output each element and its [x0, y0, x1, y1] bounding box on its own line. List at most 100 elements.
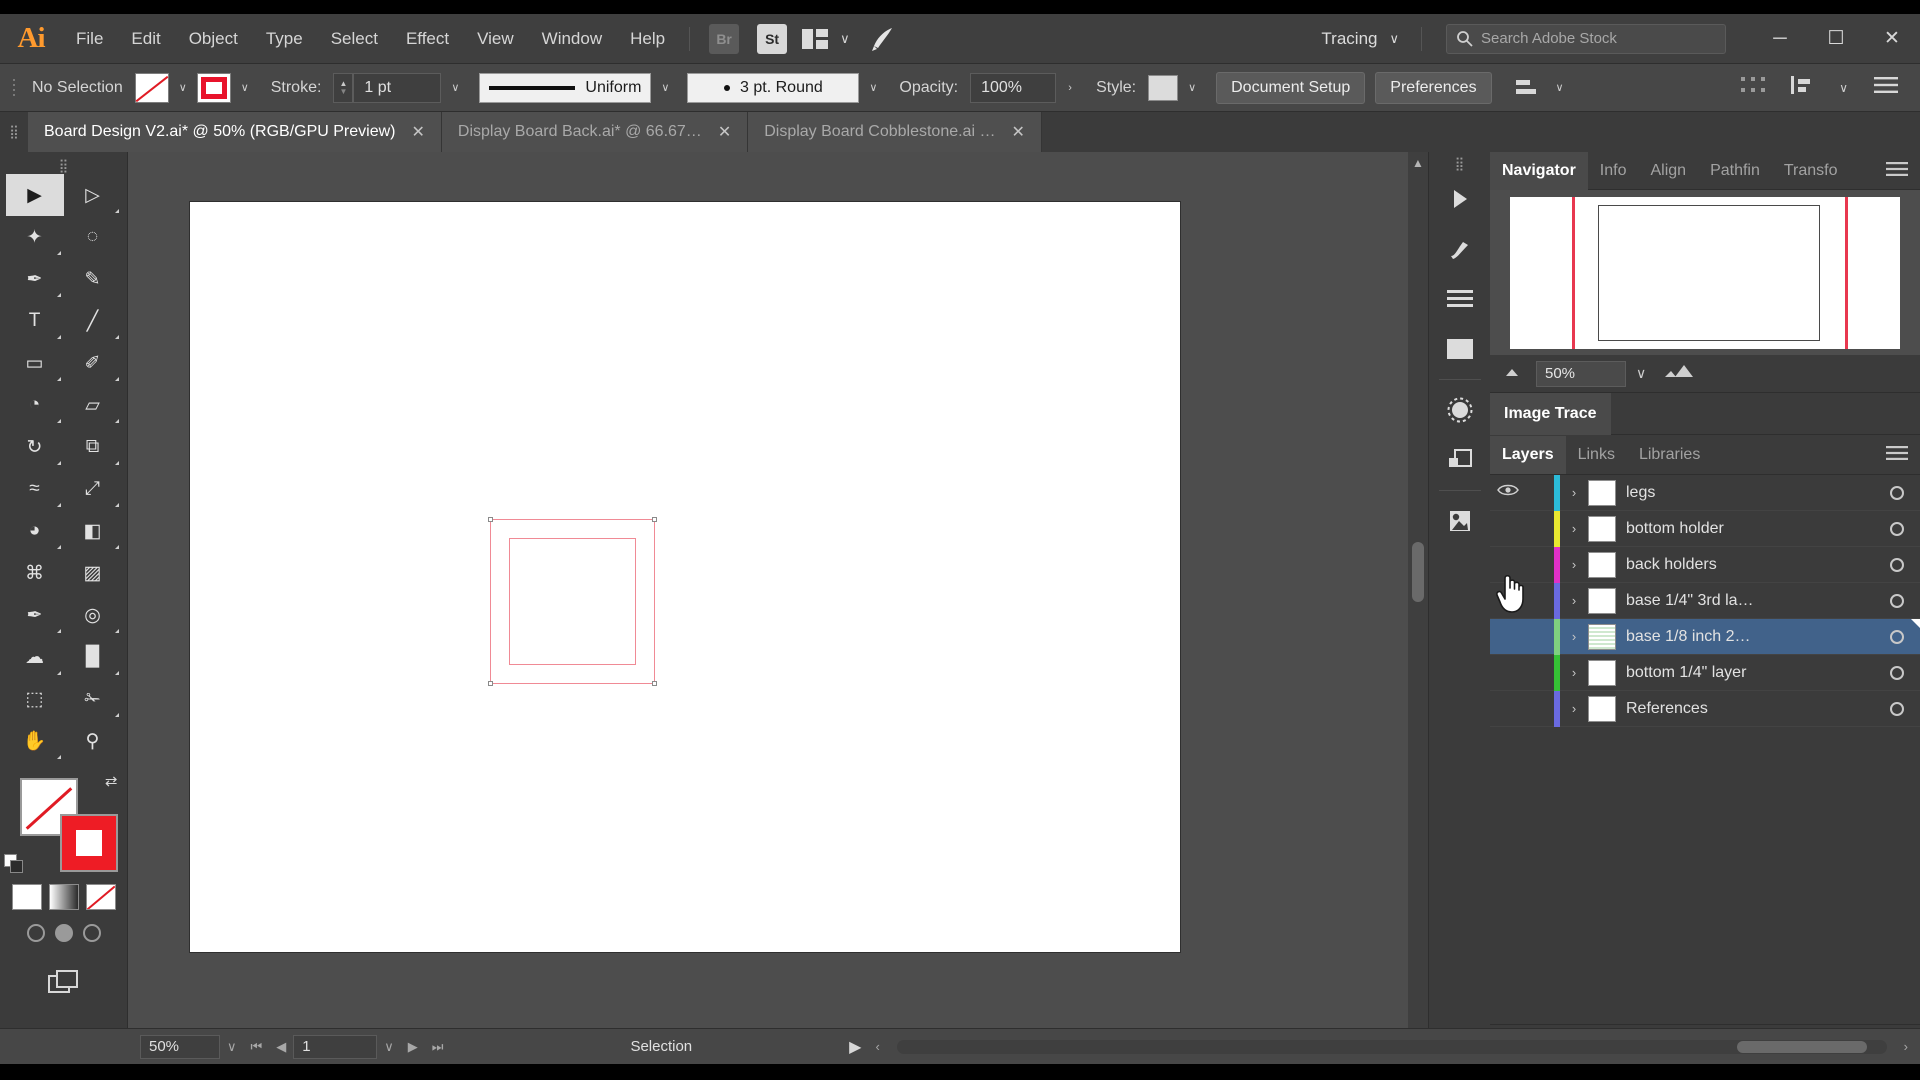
width-tool[interactable]: ≈ [6, 468, 64, 510]
layer-row[interactable]: › bottom holder [1490, 510, 1920, 547]
full-screen-menubar-icon[interactable] [54, 924, 73, 942]
free-transform-tool[interactable]: ⤢ [64, 468, 122, 510]
eraser-tool[interactable]: ▱ [64, 384, 122, 426]
graphic-style-swatch[interactable] [1148, 74, 1179, 101]
type-tool[interactable]: T [6, 300, 64, 342]
target-appearance-icon[interactable] [1874, 629, 1920, 644]
scale-tool[interactable]: ⧉ [64, 426, 122, 468]
scroll-up-icon[interactable]: ▲ [1410, 156, 1426, 170]
workspace-switcher[interactable]: Tracing ∨ [1309, 14, 1411, 64]
curvature-tool[interactable]: ✎ [64, 258, 122, 300]
layer-name[interactable]: base 1/4" 3rd la… [1626, 592, 1874, 610]
scroll-right-icon[interactable]: › [1897, 1039, 1920, 1054]
layer-name[interactable]: base 1/8 inch 2… [1626, 628, 1874, 646]
default-fill-stroke-icon[interactable] [3, 854, 24, 874]
align-icon[interactable] [1506, 73, 1546, 103]
selection-tool[interactable]: ▶ [5, 174, 64, 216]
layer-name[interactable]: References [1626, 700, 1874, 718]
stroke-chevron-down-icon[interactable]: ∨ [231, 73, 259, 103]
blend-tool[interactable]: ◎ [64, 594, 122, 636]
solid-color-icon[interactable] [11, 884, 42, 910]
layer-row[interactable]: › References [1490, 690, 1920, 727]
horizontal-scrollbar[interactable] [896, 1039, 1887, 1054]
column-graph-tool[interactable]: █ [64, 636, 122, 678]
style-chevron-down-icon[interactable]: ∨ [1178, 73, 1206, 103]
layer-name[interactable]: back holders [1626, 556, 1874, 574]
stroke-weight-field[interactable]: 1 pt [353, 72, 442, 103]
menu-effect[interactable]: Effect [392, 14, 463, 64]
brush-definition-dropdown[interactable]: 3 pt. Round [687, 72, 860, 103]
search-adobe-stock[interactable] [1446, 23, 1726, 54]
layer-name[interactable]: bottom 1/4" layer [1626, 664, 1874, 682]
navigator-view-box[interactable] [1598, 204, 1820, 341]
chevron-down-icon[interactable]: ∨ [840, 31, 850, 47]
target-appearance-icon[interactable] [1874, 593, 1920, 608]
menu-file[interactable]: File [62, 14, 117, 64]
artboard[interactable] [190, 202, 1180, 952]
visibility-eye-icon[interactable] [1490, 483, 1526, 502]
zoom-in-icon[interactable] [1664, 363, 1694, 384]
canvas-vertical-scrollbar[interactable]: ▲ ▼ [1408, 152, 1428, 1064]
layer-row[interactable]: › base 1/4" 3rd la… [1490, 582, 1920, 619]
layer-name[interactable]: legs [1626, 484, 1874, 502]
target-appearance-icon[interactable] [1874, 485, 1920, 500]
anchor-point[interactable] [652, 681, 657, 686]
tools-panel-grip[interactable]: ⣿ [59, 158, 69, 174]
none-icon[interactable] [85, 884, 116, 910]
opacity-expand-icon[interactable]: › [1056, 73, 1084, 103]
mesh-tool[interactable]: ⌘ [6, 552, 64, 594]
previous-artboard-icon[interactable]: ◀ [269, 1039, 293, 1055]
edit-toolbar-icon[interactable] [47, 968, 81, 1001]
stroke-profile-dropdown[interactable]: Uniform [479, 72, 652, 103]
pen-tool[interactable]: ✒ [6, 258, 64, 300]
scrollbar-thumb[interactable] [1412, 542, 1424, 602]
artboard-chevron-down-icon[interactable]: ∨ [377, 1039, 401, 1055]
appearance-icon[interactable] [1429, 385, 1491, 435]
full-screen-icon[interactable] [82, 924, 101, 942]
expand-layer-chevron-right-icon[interactable]: › [1560, 557, 1588, 572]
navigator-zoom-field[interactable]: 50% [1536, 360, 1626, 387]
navigator-thumbnail[interactable] [1490, 190, 1920, 355]
gradient-tool[interactable]: ▨ [64, 552, 122, 594]
menu-help[interactable]: Help [616, 14, 679, 64]
preferences-button[interactable]: Preferences [1375, 71, 1492, 104]
stroke-color-indicator[interactable] [59, 814, 118, 872]
menu-type[interactable]: Type [252, 14, 317, 64]
layer-row[interactable]: › legs [1490, 474, 1920, 511]
tab-links[interactable]: Links [1566, 436, 1627, 474]
tab-image-trace[interactable]: Image Trace [1490, 392, 1611, 435]
artboard-tool[interactable]: ⬚ [6, 678, 64, 720]
canvas-area[interactable]: ▲ ▼ [128, 152, 1428, 1064]
document-tab-display-board-back[interactable]: Display Board Back.ai* @ 66.67… ✕ [441, 112, 749, 152]
swatches-icon[interactable] [1429, 274, 1491, 324]
search-input[interactable] [1481, 30, 1716, 47]
status-play-icon[interactable]: ▶ [842, 1037, 868, 1057]
control-bar-grip[interactable] [8, 75, 20, 101]
magic-wand-tool[interactable]: ✦ [6, 216, 64, 258]
expand-layer-chevron-right-icon[interactable]: › [1560, 485, 1588, 500]
scroll-left-icon[interactable]: ‹ [868, 1039, 886, 1054]
direct-selection-tool[interactable]: ▷ [64, 174, 122, 216]
stroke-profile-chevron-down-icon[interactable]: ∨ [651, 73, 679, 103]
layer-row[interactable]: › bottom 1/4" layer [1490, 654, 1920, 691]
maximize-button[interactable]: ☐ [1808, 14, 1864, 64]
target-appearance-icon[interactable] [1874, 557, 1920, 572]
document-tab-display-board-cobblestone[interactable]: Display Board Cobblestone.ai … ✕ [748, 112, 1042, 152]
close-icon[interactable]: ✕ [411, 122, 424, 142]
tab-libraries[interactable]: Libraries [1627, 436, 1712, 474]
tab-align[interactable]: Align [1638, 152, 1698, 190]
tab-navigator[interactable]: Navigator [1490, 151, 1588, 190]
brush-chevron-down-icon[interactable]: ∨ [859, 73, 887, 103]
line-segment-tool[interactable]: ╱ [64, 300, 122, 342]
minimize-button[interactable]: ─ [1752, 14, 1808, 64]
discover-rocket-icon[interactable] [870, 26, 896, 52]
layer-row[interactable]: › base 1/8 inch 2… [1490, 618, 1920, 655]
expand-layer-chevron-right-icon[interactable]: › [1560, 629, 1588, 644]
fill-color-swatch[interactable] [134, 72, 169, 103]
hand-tool[interactable]: ✋ [6, 720, 64, 762]
close-icon[interactable]: ✕ [718, 122, 731, 142]
target-appearance-icon[interactable] [1874, 521, 1920, 536]
perspective-grid-tool[interactable]: ◧ [64, 510, 122, 552]
artboard-number-field[interactable]: 1 [293, 1034, 378, 1059]
swap-fill-stroke-icon[interactable]: ⇄ [105, 772, 118, 790]
